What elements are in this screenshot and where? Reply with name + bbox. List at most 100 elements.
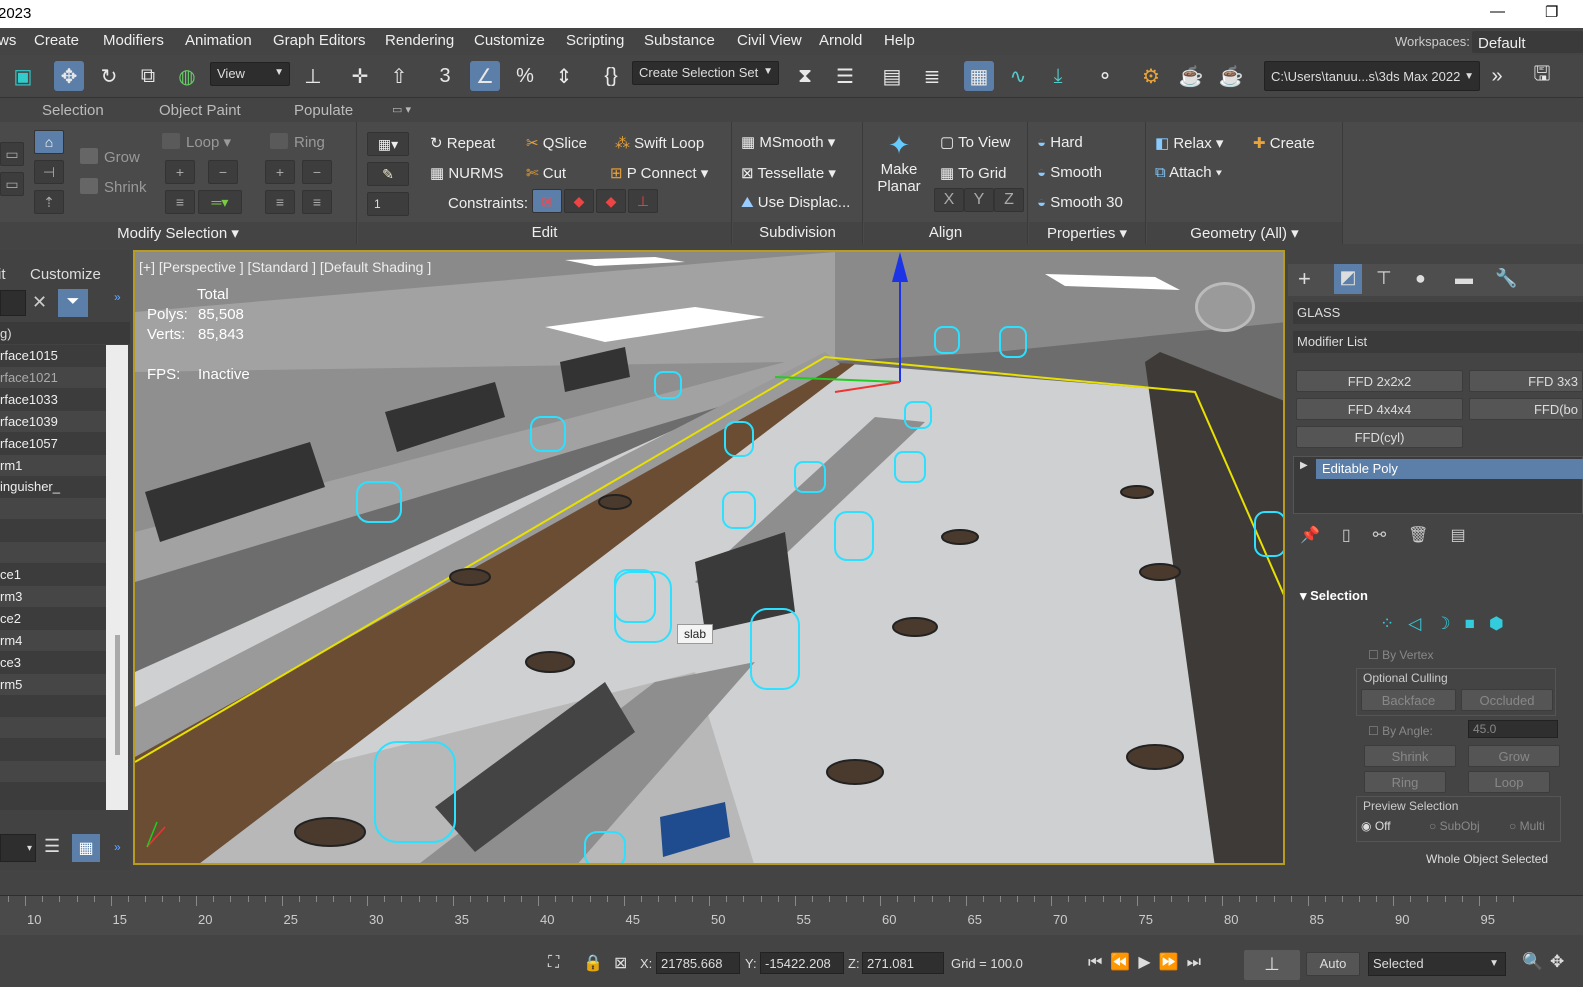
selection-set-dropdown[interactable]: Create Selection Set ▼ — [632, 61, 779, 85]
modify-selection-footer[interactable]: Modify Selection ▾ — [0, 222, 356, 244]
tab-selection[interactable]: Selection — [42, 102, 104, 119]
ring-mode-icon[interactable]: ≡ — [265, 190, 295, 214]
select-object-icon[interactable]: ▣ — [8, 61, 38, 91]
constraint-none-icon[interactable]: ⊠ — [532, 189, 562, 213]
menu-item-arnold[interactable]: Arnold — [819, 32, 862, 49]
expand-icon[interactable]: » — [114, 840, 121, 854]
list-item[interactable]: ce2 — [0, 607, 106, 629]
rendered-frame-icon[interactable]: ☕ — [1176, 61, 1206, 91]
menu-item-rendering[interactable]: Rendering — [385, 32, 454, 49]
menu-item-create[interactable]: Create — [34, 32, 79, 49]
pan-icon[interactable]: ✥ — [1550, 952, 1564, 972]
curve-editor-icon[interactable]: ∿ — [1003, 61, 1033, 91]
list-item[interactable]: ce1 — [0, 564, 106, 585]
align-x-button[interactable]: X — [934, 188, 964, 212]
pivot-center-icon[interactable]: ⊥ — [298, 61, 328, 91]
grow-button[interactable]: Grow — [1468, 745, 1560, 767]
polygon-mode-icon[interactable]: ■ — [1465, 614, 1489, 633]
more-tools-icon[interactable]: » — [1482, 61, 1512, 91]
show-end-result-icon[interactable]: ▯ — [1342, 527, 1373, 544]
loop-grow-icon[interactable]: + — [165, 160, 195, 184]
backface-button[interactable]: Backface — [1361, 689, 1456, 711]
shrink-button[interactable]: Shrink — [1364, 745, 1456, 767]
spinner-field[interactable]: 1 — [367, 192, 409, 216]
align-icon[interactable]: ☰ — [830, 61, 860, 91]
properties-footer[interactable]: Properties ▾ — [1029, 222, 1145, 244]
schematic-view-icon[interactable]: ⤓ — [1043, 61, 1073, 91]
snaps-toggle-icon[interactable]: 3 — [430, 61, 460, 91]
hard-button[interactable]: ◒ Hard — [1037, 134, 1083, 151]
expand-icon[interactable]: » — [114, 290, 121, 304]
column-header[interactable]: g) — [0, 322, 130, 344]
menu-item-customize[interactable]: Customize — [474, 32, 545, 49]
clear-search-icon[interactable]: ✕ — [32, 292, 47, 313]
placement-icon[interactable]: ◍ — [172, 61, 202, 91]
keyboard-shortcut-icon[interactable]: ⇧ — [384, 61, 414, 91]
preserve-uvs-icon[interactable]: ▦▾ — [367, 132, 409, 156]
ffd-3x3-button[interactable]: FFD 3x3 — [1469, 370, 1583, 392]
use-displace-button[interactable]: ⛰ Use Displac... — [741, 194, 850, 211]
list-item[interactable]: rface1039 — [0, 410, 106, 432]
grow-shrink-icon[interactable]: ▭ — [0, 142, 24, 166]
menu-item-animation[interactable]: Animation — [185, 32, 252, 49]
menu-item-views[interactable]: ws — [0, 32, 16, 49]
border-mode-icon[interactable]: ☽ — [1435, 614, 1464, 633]
ring-button[interactable]: Ring — [1364, 771, 1446, 793]
select-manipulate-icon[interactable]: ✛ — [345, 61, 375, 91]
set-key-icon[interactable]: ⊥ — [1244, 950, 1300, 980]
list-scrollbar[interactable] — [106, 345, 128, 810]
y-coordinate-field[interactable]: -15422.208 — [760, 952, 844, 974]
grow-button[interactable]: Grow — [80, 148, 140, 166]
modify-tab-icon[interactable]: ◩ — [1334, 264, 1362, 294]
list-item[interactable] — [0, 739, 106, 761]
make-planar-button[interactable]: ✦ Make Planar — [874, 130, 924, 195]
ring-mode2-icon[interactable]: ≡ — [302, 190, 332, 214]
selection-rollout-header[interactable]: ▾ Selection — [1300, 588, 1368, 604]
layers-icon[interactable]: ☰ — [44, 836, 60, 857]
menu-item-substance[interactable]: Substance — [644, 32, 715, 49]
edit-named-selection-icon[interactable]: {} — [596, 61, 626, 91]
reference-coordinate-dropdown[interactable]: View ▼ — [210, 62, 290, 86]
list-item[interactable] — [0, 695, 106, 717]
workspaces-dropdown[interactable]: Default — [1472, 31, 1583, 53]
element-mode-icon[interactable]: ⬢ — [1489, 614, 1518, 633]
occluded-button[interactable]: Occluded — [1461, 689, 1553, 711]
project-path-dropdown[interactable]: C:\Users\tanuu...s\3ds Max 2022 ▼ — [1264, 61, 1480, 91]
lock-selection-icon[interactable]: ⊣ — [34, 160, 64, 184]
list-item[interactable]: inguisher_ — [0, 476, 106, 498]
align-y-button[interactable]: Y — [964, 188, 994, 212]
preview-subobj-radio[interactable]: ○ SubObj — [1429, 819, 1480, 833]
constraint-face-icon[interactable]: ◆ — [596, 189, 626, 213]
ffd-2x2x2-button[interactable]: FFD 2x2x2 — [1296, 370, 1463, 392]
display-dropdown[interactable]: ▾ — [0, 834, 36, 862]
to-view-button[interactable]: ▢ To View — [940, 133, 1010, 151]
tab-edit[interactable]: it — [0, 266, 6, 283]
zoom-icon[interactable]: 🔍 — [1522, 952, 1543, 972]
modifier-list-dropdown[interactable]: Modifier List — [1293, 331, 1583, 353]
list-item[interactable]: rface1033 — [0, 388, 106, 410]
msmooth-button[interactable]: ▦ MSmooth ▾ — [741, 133, 835, 151]
angle-snap-icon[interactable]: ∠ — [470, 61, 500, 91]
tessellate-button[interactable]: ⊠ Tessellate ▾ — [741, 164, 836, 182]
menu-item-graph-editors[interactable]: Graph Editors — [273, 32, 366, 49]
motion-tab-icon[interactable]: ● — [1415, 268, 1426, 289]
x-coordinate-field[interactable]: 21785.668 — [656, 952, 740, 974]
list-item[interactable]: ce3 — [0, 651, 106, 673]
menu-item-help[interactable]: Help — [884, 32, 915, 49]
by-vertex-checkbox[interactable]: ☐ By Vertex — [1368, 648, 1433, 662]
layer-explorer-icon[interactable]: ≣ — [917, 61, 947, 91]
geometry-footer[interactable]: Geometry (All) ▾ — [1147, 222, 1342, 244]
menu-item-modifiers[interactable]: Modifiers — [103, 32, 164, 49]
list-item[interactable] — [0, 717, 106, 739]
tab-object-paint[interactable]: Object Paint — [159, 102, 241, 119]
list-item[interactable] — [0, 498, 106, 520]
prev-frame-icon[interactable]: ⏪ — [1110, 954, 1138, 971]
tweak-icon[interactable]: ✎ — [367, 162, 409, 186]
menu-item-scripting[interactable]: Scripting — [566, 32, 624, 49]
viewcube-icon[interactable] — [1195, 282, 1255, 332]
z-coordinate-field[interactable]: 271.081 — [862, 952, 944, 974]
restore-icon[interactable]: ❐ — [1545, 3, 1558, 21]
ring-shrink-icon[interactable]: − — [302, 160, 332, 184]
preview-off-radio[interactable]: ◉ Off — [1361, 819, 1391, 833]
goto-start-icon[interactable]: ⏮ — [1088, 954, 1110, 971]
